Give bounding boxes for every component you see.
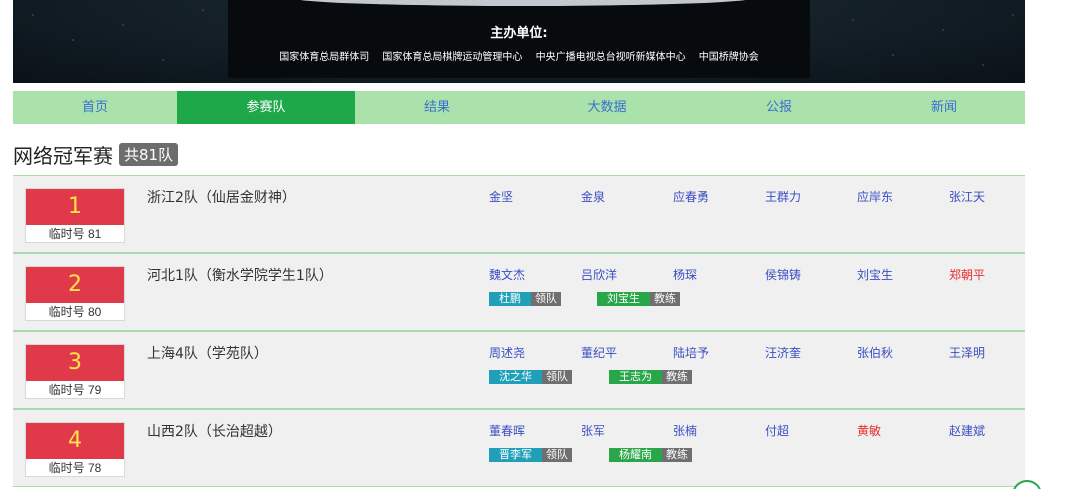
- team-row: 2 临时号 80 河北1队（衡水学院学生1队） 魏文杰 吕欣洋 杨琛 侯锦铸 刘…: [13, 253, 1025, 331]
- temp-number: 临时号 79: [48, 383, 102, 397]
- rank-box: 2 临时号 80: [25, 266, 125, 321]
- player-link[interactable]: 金泉: [581, 188, 605, 205]
- team-row: 4 临时号 78 山西2队（长治超越） 董春晖 张军 张楠 付超 黄敏 赵建斌 …: [13, 409, 1025, 487]
- staff-role: 领队: [531, 292, 561, 306]
- page-heading: 网络冠军赛 共81队: [13, 140, 179, 169]
- team-row: 3 临时号 79 上海4队（学苑队） 周述尧 董纪平 陆培予 汪济奎 张伯秋 王…: [13, 331, 1025, 409]
- team-leader-tag[interactable]: 晋李军 领队: [489, 448, 572, 462]
- rank-number: 3: [26, 345, 124, 381]
- sponsor-item: 国家体育总局棋牌运动管理中心: [382, 52, 523, 63]
- staff-role: 教练: [662, 448, 692, 462]
- team-row: 1 临时号 81 浙江2队（仙居金财神） 金坚 金泉 应春勇 王群力 应岸东 张…: [13, 175, 1025, 253]
- sponsor-list: 国家体育总局群体司 国家体育总局棋牌运动管理中心 中央广播电视总台视听新媒体中心…: [13, 48, 1025, 63]
- staff-role: 领队: [542, 448, 572, 462]
- player-link[interactable]: 张楠: [673, 422, 697, 439]
- player-link[interactable]: 董纪平: [581, 344, 617, 361]
- staff-name: 杜鹏: [489, 292, 531, 306]
- player-link[interactable]: 侯锦铸: [765, 266, 801, 283]
- player-link[interactable]: 应岸东: [857, 188, 893, 205]
- temp-number: 临时号 80: [48, 305, 102, 319]
- staff-name: 晋李军: [489, 448, 542, 462]
- player-link[interactable]: 杨琛: [673, 266, 697, 283]
- player-link-highlight[interactable]: 郑朝平: [949, 266, 985, 283]
- team-leader-tag[interactable]: 杜鹏 领队: [489, 292, 561, 306]
- staff-name: 王志为: [609, 370, 662, 384]
- staff-role: 领队: [542, 370, 572, 384]
- rank-number: 1: [26, 189, 124, 225]
- tab-bulletin[interactable]: 公报: [695, 91, 863, 124]
- player-link[interactable]: 王泽明: [949, 344, 985, 361]
- rank-number: 4: [26, 423, 124, 459]
- player-link[interactable]: 应春勇: [673, 188, 709, 205]
- header-banner: 主办单位: 国家体育总局群体司 国家体育总局棋牌运动管理中心 中央广播电视总台视…: [13, 0, 1025, 83]
- player-link[interactable]: 金坚: [489, 188, 513, 205]
- coach-tag[interactable]: 王志为 教练: [609, 370, 692, 384]
- player-link[interactable]: 周述尧: [489, 344, 525, 361]
- temp-number: 临时号 78: [48, 461, 102, 475]
- sponsor-item: 国家体育总局群体司: [279, 52, 370, 63]
- tab-big-data[interactable]: 大数据: [519, 91, 695, 124]
- staff-role: 教练: [650, 292, 680, 306]
- player-link[interactable]: 汪济奎: [765, 344, 801, 361]
- player-link[interactable]: 张伯秋: [857, 344, 893, 361]
- rank-box: 3 临时号 79: [25, 344, 125, 399]
- coach-tag[interactable]: 杨耀南 教练: [609, 448, 692, 462]
- team-name[interactable]: 河北1队（衡水学院学生1队）: [147, 265, 333, 285]
- staff-name: 刘宝生: [597, 292, 650, 306]
- player-link[interactable]: 张军: [581, 422, 605, 439]
- team-name[interactable]: 浙江2队（仙居金财神）: [147, 187, 296, 207]
- coach-tag[interactable]: 刘宝生 教练: [597, 292, 680, 306]
- player-link[interactable]: 吕欣洋: [581, 266, 617, 283]
- player-link[interactable]: 付超: [765, 422, 789, 439]
- sponsor-item: 中国桥牌协会: [698, 52, 759, 63]
- rank-box: 1 临时号 81: [25, 188, 125, 243]
- staff-name: 沈之华: [489, 370, 542, 384]
- player-link[interactable]: 魏文杰: [489, 266, 525, 283]
- team-leader-tag[interactable]: 沈之华 领队: [489, 370, 572, 384]
- page-title: 网络冠军赛: [13, 144, 113, 168]
- tab-results[interactable]: 结果: [355, 91, 519, 124]
- main-nav: 首页 参赛队 结果 大数据 公报 新闻: [13, 91, 1025, 124]
- rank-number: 2: [26, 267, 124, 303]
- player-link-highlight[interactable]: 黄敏: [857, 422, 881, 439]
- rank-box: 4 临时号 78: [25, 422, 125, 477]
- tab-teams[interactable]: 参赛队: [177, 91, 355, 124]
- player-link[interactable]: 赵建斌: [949, 422, 985, 439]
- staff-role: 教练: [662, 370, 692, 384]
- player-link[interactable]: 董春晖: [489, 422, 525, 439]
- player-link[interactable]: 刘宝生: [857, 266, 893, 283]
- team-count-badge: 共81队: [119, 143, 179, 166]
- tab-home[interactable]: 首页: [13, 91, 177, 124]
- team-name[interactable]: 上海4队（学苑队）: [147, 343, 268, 363]
- sponsor-title: 主办单位:: [490, 26, 548, 41]
- player-link[interactable]: 陆培予: [673, 344, 709, 361]
- staff-name: 杨耀南: [609, 448, 662, 462]
- sponsor-item: 中央广播电视总台视听新媒体中心: [535, 52, 686, 63]
- tab-news[interactable]: 新闻: [863, 91, 1025, 124]
- temp-number: 临时号 81: [48, 227, 102, 241]
- team-name[interactable]: 山西2队（长治超越）: [147, 421, 282, 441]
- team-list: 1 临时号 81 浙江2队（仙居金财神） 金坚 金泉 应春勇 王群力 应岸东 张…: [13, 175, 1025, 487]
- player-link[interactable]: 张江天: [949, 188, 985, 205]
- player-link[interactable]: 王群力: [765, 188, 801, 205]
